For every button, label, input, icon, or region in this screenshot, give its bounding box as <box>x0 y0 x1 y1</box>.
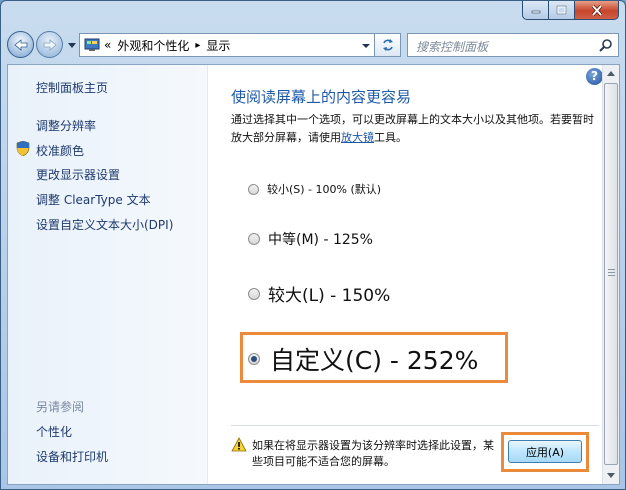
sidebar-item-home[interactable]: 控制面板主页 <box>36 79 108 96</box>
breadcrumb-display[interactable]: 显示 <box>206 37 230 54</box>
radio-larger[interactable] <box>248 287 260 300</box>
close-button[interactable] <box>575 1 619 20</box>
description-text: 通过选择其中一个选项，可以更改屏幕上的文本大小以及其他项。若要暂时放大部分屏幕，… <box>231 113 594 144</box>
chevron-up-icon <box>607 71 615 76</box>
scroll-thumb[interactable] <box>604 83 618 465</box>
option-larger[interactable]: 较大(L) - 150% <box>248 281 390 306</box>
sidebar-item-dpi[interactable]: 设置自定义文本大小(DPI) <box>36 216 173 233</box>
sidebar-item-cleartype[interactable]: 调整 ClearType 文本 <box>36 191 151 208</box>
option-medium[interactable]: 中等(M) - 125% <box>248 229 373 249</box>
breadcrumb-appearance[interactable]: 外观和个性化 <box>117 37 189 54</box>
minimize-button[interactable] <box>522 1 549 20</box>
radio-medium[interactable] <box>248 233 260 245</box>
chevron-down-icon <box>607 473 615 478</box>
maximize-button[interactable] <box>549 1 575 20</box>
option-custom-label: 自定义(C) - 252% <box>270 346 479 375</box>
search-icon[interactable] <box>599 38 613 52</box>
search-box[interactable]: 搜索控制面板 <box>407 33 619 57</box>
maximize-icon <box>556 5 567 15</box>
option-medium-label: 中等(M) - 125% <box>268 232 373 248</box>
navigation-bar: « 外观和个性化 ▸ 显示 搜索控制面板 <box>7 28 619 62</box>
description-tail: 工具。 <box>374 131 407 144</box>
divider <box>231 425 599 426</box>
chevron-down-icon <box>68 42 76 48</box>
address-bar[interactable]: « 外观和个性化 ▸ 显示 <box>79 33 375 57</box>
option-smaller[interactable]: 较小(S) - 100% (默认) <box>248 181 381 197</box>
radio-smaller[interactable] <box>248 183 259 195</box>
sidebar-item-display-settings[interactable]: 更改显示器设置 <box>36 166 120 183</box>
back-button[interactable] <box>7 31 34 58</box>
refresh-icon <box>382 39 393 51</box>
breadcrumb-separator[interactable]: ▸ <box>195 40 200 51</box>
help-button[interactable]: ? <box>586 68 603 85</box>
content-area: 控制面板主页 调整分辨率 校准颜色 更改显示器设置 调整 ClearType 文… <box>7 64 620 485</box>
sidebar-item-personalization[interactable]: 个性化 <box>36 423 72 440</box>
scroll-down-button[interactable] <box>603 467 619 484</box>
refresh-button[interactable] <box>375 33 401 57</box>
back-arrow-icon <box>13 38 27 51</box>
scroll-up-button[interactable] <box>603 65 619 82</box>
vertical-scrollbar[interactable] <box>602 65 619 484</box>
address-overflow[interactable]: « <box>104 38 111 52</box>
option-smaller-label: 较小(S) - 100% (默认) <box>267 183 382 196</box>
magnifier-link[interactable]: 放大镜 <box>341 131 374 144</box>
apply-button[interactable]: 应用(A) <box>508 440 582 463</box>
page-title: 使阅读屏幕上的内容更容易 <box>231 88 412 106</box>
search-placeholder: 搜索控制面板 <box>416 40 489 54</box>
sidebar-item-devices-printers[interactable]: 设备和打印机 <box>36 448 108 465</box>
control-panel-window: « 外观和个性化 ▸ 显示 搜索控制面板 控制面板主页 调整分辨率 校准颜色 更… <box>0 0 626 490</box>
minimize-icon <box>531 10 540 14</box>
caption-buttons <box>522 1 619 21</box>
option-custom[interactable]: 自定义(C) - 252% <box>248 341 478 377</box>
see-also-heading: 另请参阅 <box>36 400 85 414</box>
shield-icon <box>16 141 30 156</box>
warning-icon <box>231 437 247 452</box>
forward-arrow-icon <box>43 38 57 51</box>
radio-custom-selected[interactable] <box>248 353 260 365</box>
grip-icon <box>608 269 615 277</box>
close-icon <box>591 4 602 16</box>
sidebar-item-calibrate[interactable]: 校准颜色 <box>36 142 84 159</box>
control-panel-icon <box>84 38 100 51</box>
sidebar: 控制面板主页 调整分辨率 校准颜色 更改显示器设置 调整 ClearType 文… <box>8 65 208 484</box>
sidebar-item-resolution[interactable]: 调整分辨率 <box>36 117 96 134</box>
forward-button[interactable] <box>36 31 63 58</box>
page-description: 通过选择其中一个选项，可以更改屏幕上的文本大小以及其他项。若要暂时放大部分屏幕，… <box>231 111 596 147</box>
address-dropdown-icon[interactable] <box>362 39 370 53</box>
warning-text: 如果在将显示器设置为该分辨率时选择此设置，某些项目可能不适合您的屏幕。 <box>252 439 494 468</box>
recent-pages-dropdown[interactable] <box>67 40 77 50</box>
option-larger-label: 较大(L) - 150% <box>268 286 391 306</box>
